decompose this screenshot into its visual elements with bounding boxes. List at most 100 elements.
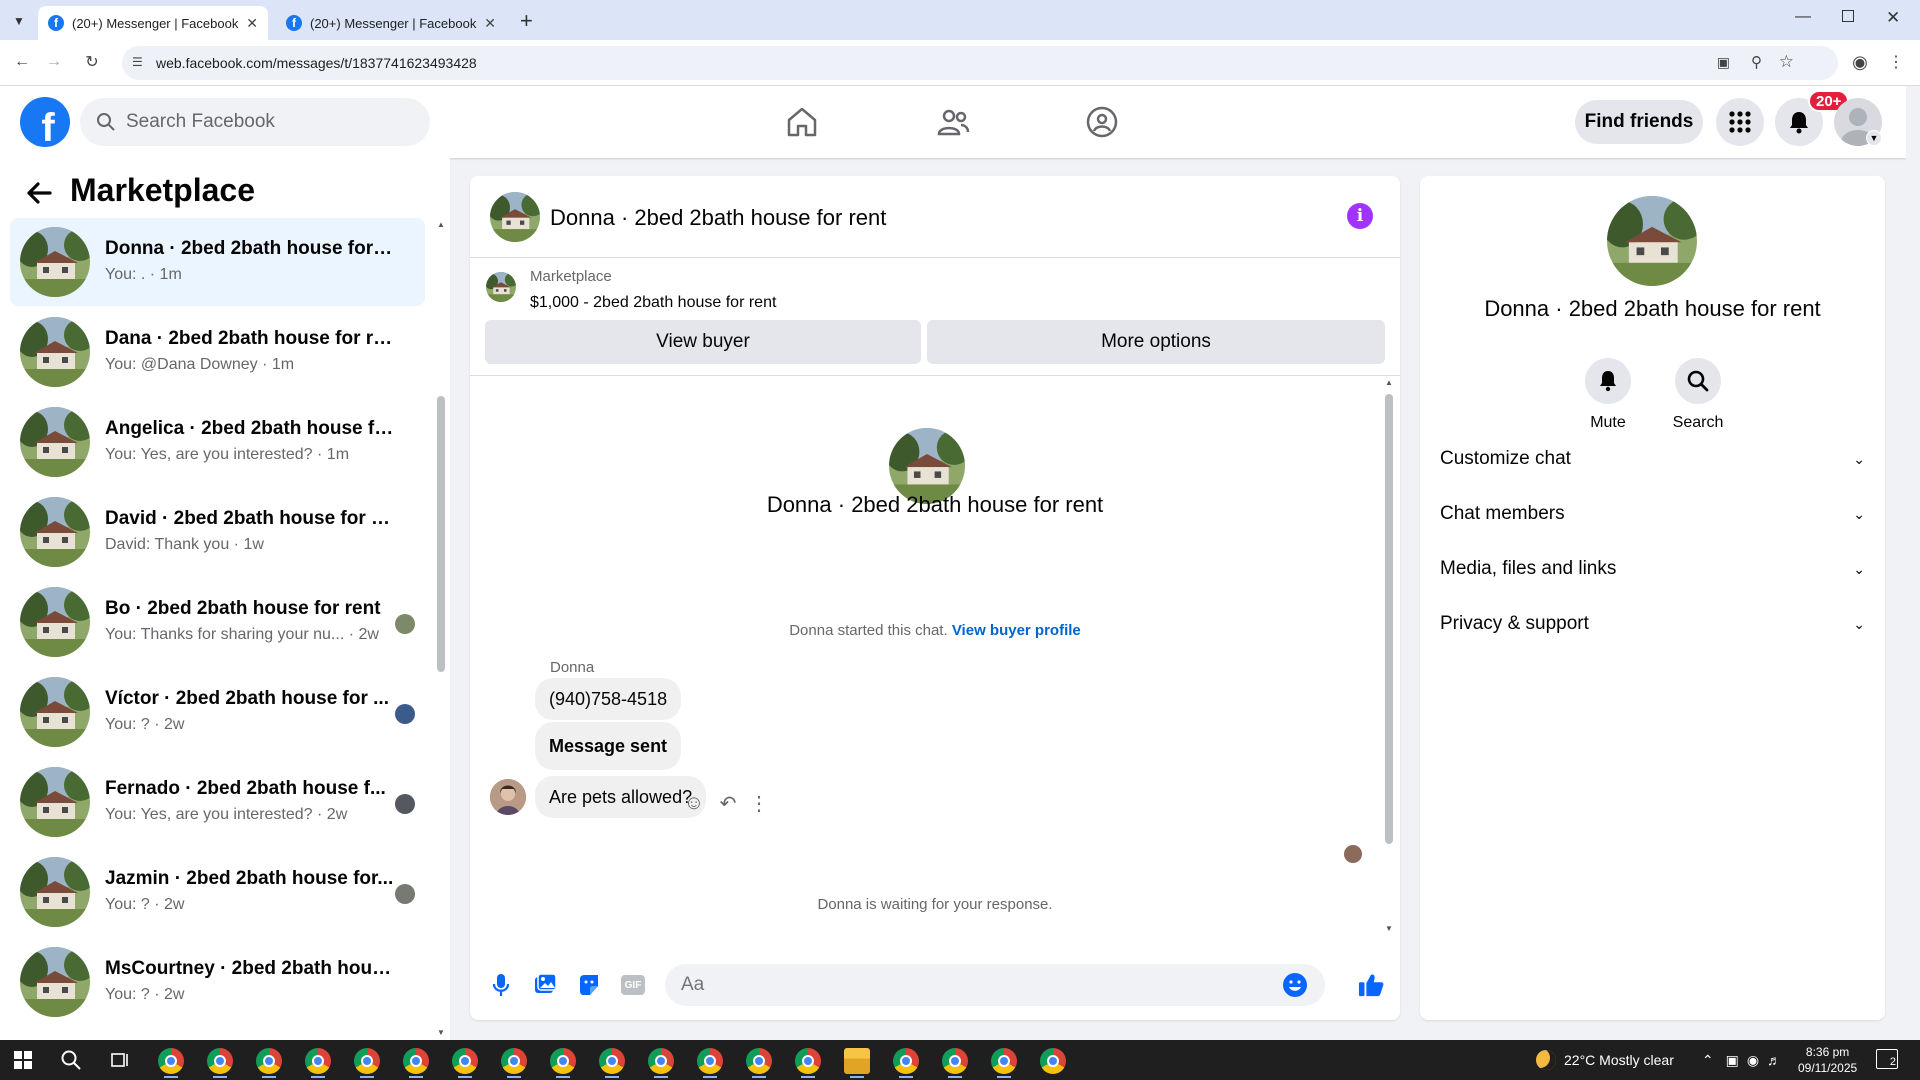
tray-chevron-up-icon[interactable]: ⌃ [1702,1052,1714,1069]
message-bubble[interactable]: Are pets allowed? [535,776,707,818]
account-chevron-down-icon[interactable]: ▼ [1866,130,1882,146]
reply-icon[interactable]: ↶ [717,792,739,815]
windows-start-icon[interactable] [14,1051,32,1069]
chrome-icon[interactable] [599,1048,625,1074]
view-buyer-profile-link[interactable]: View buyer profile [952,622,1081,639]
chat-avatar[interactable] [490,192,540,242]
media-files-links-section[interactable]: Media, files and links ⌄ [1440,549,1865,589]
network-icon[interactable]: ▣ [1726,1052,1739,1069]
chrome-icon[interactable] [501,1048,527,1074]
conversation-item[interactable]: Jazmin · 2bed 2bath house for... You: ? ·… [10,848,425,936]
taskbar-clock[interactable]: 8:36 pm 09/11/2025 [1798,1044,1857,1076]
conversation-item[interactable]: Dana · 2bed 2bath house for rent You: @Da… [10,308,425,396]
scroll-up-arrow[interactable]: ▲ [1385,378,1393,387]
privacy-support-section[interactable]: Privacy & support ⌄ [1440,604,1865,644]
message-bubble[interactable]: Message sent [535,722,682,770]
chrome-icon[interactable] [648,1048,674,1074]
install-app-icon[interactable]: ▣ [1717,54,1730,71]
friends-icon[interactable] [935,104,971,140]
back-icon[interactable]: ← [10,50,34,74]
camera-icon[interactable]: ◉ [1747,1052,1759,1069]
facebook-logo-icon[interactable]: f [20,97,70,147]
react-emoji-icon[interactable]: ☺ [683,792,705,814]
weather-text[interactable]: 22°C Mostly clear [1564,1052,1674,1068]
chrome-icon[interactable] [305,1048,331,1074]
groups-icon[interactable] [1084,104,1120,140]
scroll-down-arrow[interactable]: ▼ [1385,924,1393,933]
conversation-item[interactable]: Fernado · 2bed 2bath house f... You: Yes,… [10,758,425,846]
voice-clip-icon[interactable] [488,972,514,998]
mute-button[interactable]: Mute [1563,358,1653,432]
search-conversation-button[interactable]: Search [1653,358,1743,432]
browser-tab-active[interactable]: f (20+) Messenger | Facebook ✕ [38,6,268,40]
sender-avatar[interactable] [490,779,526,815]
gif-icon[interactable]: GIF [620,972,646,998]
conversation-item[interactable]: MsCourtney · 2bed 2bath house ... You: ? … [10,938,425,1026]
chrome-icon[interactable] [452,1048,478,1074]
taskbar-search-icon[interactable] [60,1049,82,1071]
close-tab-icon[interactable]: ✕ [484,15,496,32]
forward-icon[interactable]: → [42,50,66,74]
chrome-icon[interactable] [256,1048,282,1074]
scroll-down-arrow[interactable]: ▼ [437,1028,445,1037]
conversation-info-icon[interactable]: i [1347,203,1373,229]
close-tab-icon[interactable]: ✕ [246,15,258,32]
browser-menu-icon[interactable]: ⋮ [1884,50,1908,74]
scroll-up-arrow[interactable]: ▲ [437,220,445,229]
chrome-icon[interactable] [1040,1048,1066,1074]
customize-chat-section[interactable]: Customize chat ⌄ [1440,439,1865,479]
browser-tab[interactable]: f (20+) Messenger | Facebook ✕ [276,6,506,40]
more-actions-icon[interactable]: ⋮ [748,792,770,815]
like-thumb-icon[interactable] [1358,972,1384,998]
profile-icon[interactable]: ◉ [1848,50,1872,74]
more-options-button[interactable]: More options [927,320,1385,364]
attach-photo-icon[interactable] [532,972,558,998]
home-icon[interactable] [784,104,820,140]
chrome-icon[interactable] [158,1048,184,1074]
close-window-icon[interactable]: ✕ [1886,8,1900,28]
site-info-icon[interactable]: ☰ [132,55,143,69]
chrome-icon[interactable] [942,1048,968,1074]
menu-grid-icon[interactable] [1716,98,1764,146]
chrome-icon[interactable] [550,1048,576,1074]
file-explorer-icon[interactable] [844,1048,870,1074]
reload-icon[interactable]: ↻ [80,50,104,74]
view-buyer-button[interactable]: View buyer [485,320,921,364]
volume-icon[interactable]: ♬ [1767,1052,1781,1068]
chrome-icon[interactable] [991,1048,1017,1074]
thread-scrollbar[interactable] [1385,394,1393,844]
conversation-item[interactable]: Angelica · 2bed 2bath house for ... You: … [10,398,425,486]
chrome-icon[interactable] [207,1048,233,1074]
chrome-icon[interactable] [746,1048,772,1074]
sticker-icon[interactable] [576,972,602,998]
zoom-icon[interactable]: ⚲ [1751,53,1762,71]
message-bubble[interactable]: (940)758-4518 [535,678,682,720]
chrome-icon[interactable] [893,1048,919,1074]
conversation-item[interactable]: David · 2bed 2bath house for rent David: … [10,488,425,576]
page-scrollbar[interactable] [1906,86,1920,1040]
find-friends-button[interactable]: Find friends [1575,100,1703,144]
chrome-icon[interactable] [697,1048,723,1074]
back-arrow-icon[interactable] [26,182,52,204]
weather-moon-icon[interactable] [1536,1050,1556,1070]
task-view-icon[interactable] [110,1050,130,1070]
chrome-icon[interactable] [403,1048,429,1074]
url-field[interactable]: ☰ web.facebook.com/messages/t/1837741623… [122,46,1838,80]
restore-icon[interactable] [1842,10,1854,22]
chat-title[interactable]: Donna · 2bed 2bath house for rent [550,205,886,231]
conversation-scrollbar[interactable] [437,396,445,672]
chrome-icon[interactable] [795,1048,821,1074]
contact-avatar[interactable] [1607,196,1697,286]
conversation-item[interactable]: Donna · 2bed 2bath house for rent You: . … [10,218,425,306]
conversation-item[interactable]: Bo · 2bed 2bath house for rent You: Thank… [10,578,425,666]
search-facebook-input[interactable]: Search Facebook [80,98,430,146]
conversation-item[interactable]: Víctor · 2bed 2bath house for ... You: ? … [10,668,425,756]
bookmark-star-icon[interactable]: ☆ [1779,52,1794,72]
new-tab-icon[interactable]: + [520,8,533,34]
tab-search-dropdown-icon[interactable]: ▼ [8,10,30,32]
chrome-icon[interactable] [354,1048,380,1074]
notification-center-icon[interactable]: 2 [1876,1049,1898,1069]
chat-members-section[interactable]: Chat members ⌄ [1440,494,1865,534]
emoji-picker-icon[interactable] [1282,972,1308,998]
minimize-icon[interactable]: — [1795,8,1811,26]
